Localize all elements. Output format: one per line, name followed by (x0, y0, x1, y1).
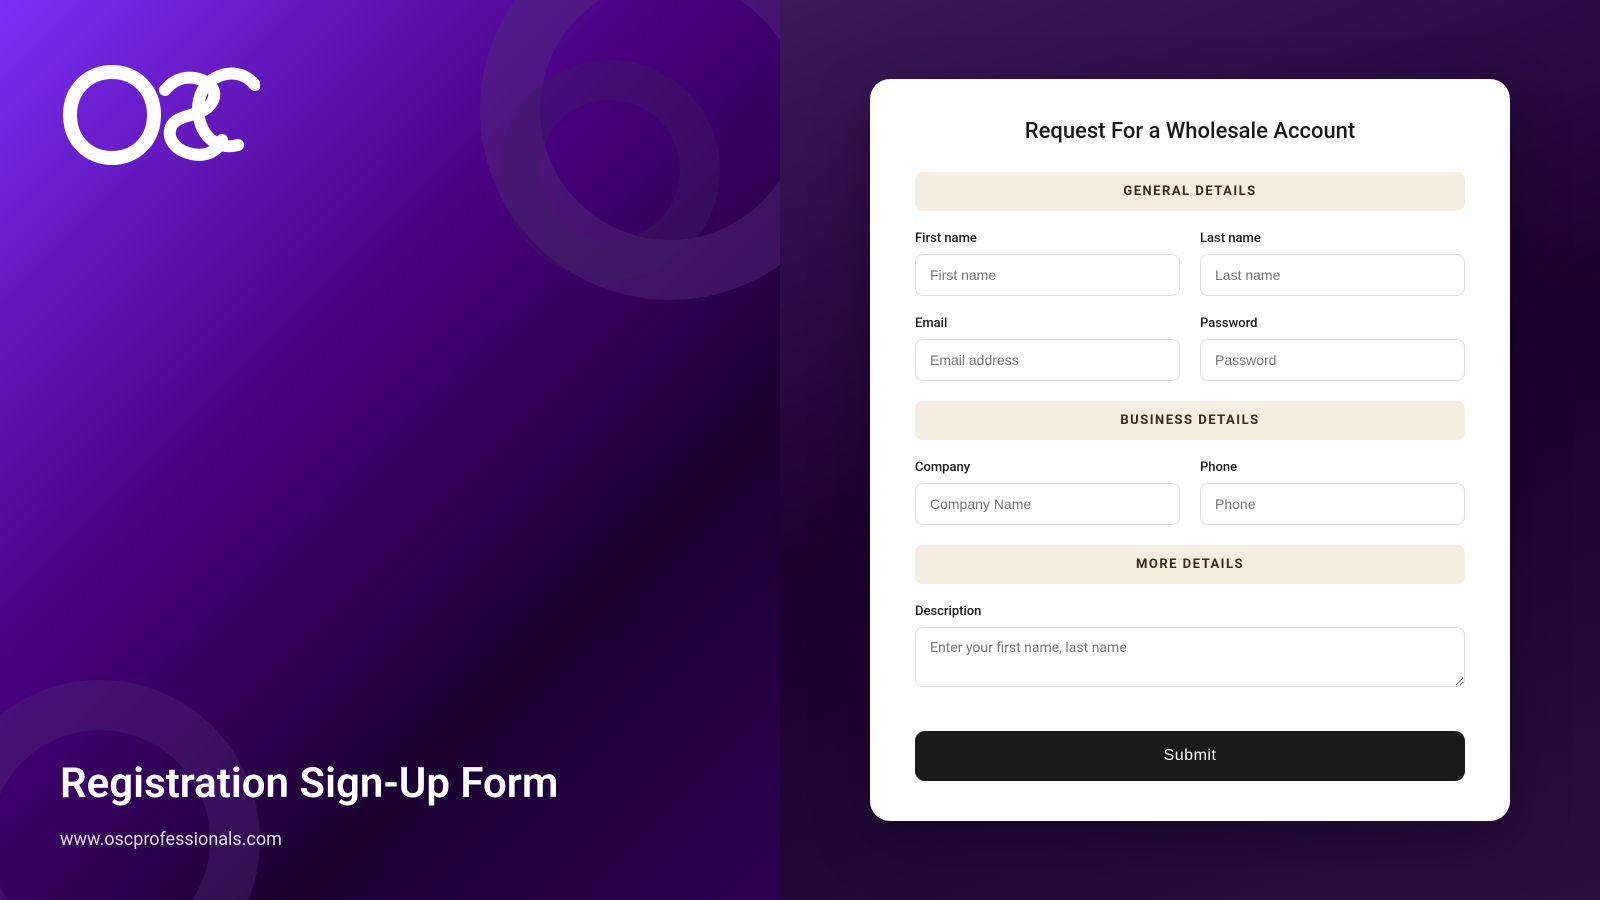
description-group: Description (915, 604, 1465, 687)
email-password-row: Email Password (915, 316, 1465, 381)
first-name-label: First name (915, 231, 1180, 246)
submit-button[interactable]: Submit (915, 731, 1465, 781)
company-label: Company (915, 460, 1180, 475)
left-panel: Registration Sign-Up Form www.oscprofess… (0, 0, 780, 900)
first-name-input[interactable] (915, 254, 1180, 296)
password-group: Password (1200, 316, 1465, 381)
description-input[interactable] (915, 627, 1465, 687)
website-url: www.oscprofessionals.com (60, 829, 720, 850)
last-name-input[interactable] (1200, 254, 1465, 296)
tagline: Registration Sign-Up Form (60, 759, 720, 809)
email-group: Email (915, 316, 1180, 381)
email-label: Email (915, 316, 1180, 331)
password-input[interactable] (1200, 339, 1465, 381)
first-name-group: First name (915, 231, 1180, 296)
general-details-header: GENERAL DETAILS (915, 172, 1465, 211)
last-name-group: Last name (1200, 231, 1465, 296)
email-input[interactable] (915, 339, 1180, 381)
description-label: Description (915, 604, 1465, 619)
company-phone-row: Company Phone (915, 460, 1465, 525)
phone-label: Phone (1200, 460, 1465, 475)
phone-input[interactable] (1200, 483, 1465, 525)
logo (60, 60, 720, 174)
company-group: Company (915, 460, 1180, 525)
form-card: Request For a Wholesale Account GENERAL … (870, 79, 1510, 821)
left-content: Registration Sign-Up Form www.oscprofess… (60, 759, 720, 850)
more-details-header: MORE DETAILS (915, 545, 1465, 584)
phone-group: Phone (1200, 460, 1465, 525)
business-details-header: BUSINESS DETAILS (915, 401, 1465, 440)
company-input[interactable] (915, 483, 1180, 525)
name-row: First name Last name (915, 231, 1465, 296)
password-label: Password (1200, 316, 1465, 331)
form-title: Request For a Wholesale Account (915, 119, 1465, 144)
last-name-label: Last name (1200, 231, 1465, 246)
right-panel: Request For a Wholesale Account GENERAL … (780, 0, 1600, 900)
